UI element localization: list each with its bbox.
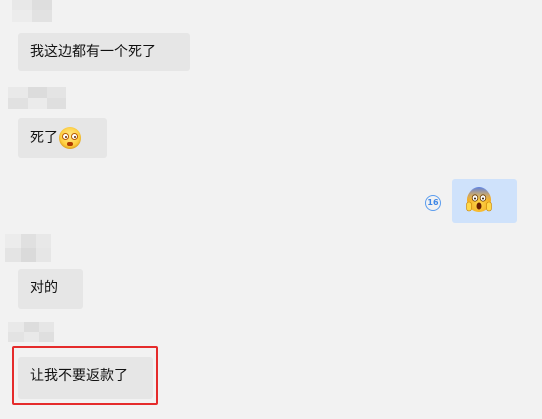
face-screaming-in-fear-emoji-icon bbox=[466, 187, 492, 212]
message-bubble[interactable]: 我这边都有一个死了 bbox=[18, 33, 190, 71]
avatar-mosaic bbox=[12, 0, 52, 22]
read-count-badge[interactable]: 16 bbox=[425, 195, 441, 211]
avatar-mosaic bbox=[5, 234, 51, 262]
message-text: 让我不要返款了 bbox=[30, 368, 128, 384]
dizzy-face-emoji-icon bbox=[59, 127, 81, 149]
message-text: 对的 bbox=[30, 280, 58, 296]
message-bubble[interactable]: 对的 bbox=[18, 269, 83, 309]
avatar-mosaic bbox=[8, 322, 54, 342]
message-bubble[interactable]: 死了 bbox=[18, 118, 107, 158]
message-bubble[interactable]: 让我不要返款了 bbox=[18, 357, 153, 399]
message-text: 我这边都有一个死了 bbox=[30, 44, 156, 60]
chat-message-list: 我这边都有一个死了 死了 16 对的 让我不要返款了 bbox=[0, 0, 542, 419]
avatar-mosaic bbox=[8, 87, 66, 109]
message-text: 死了 bbox=[30, 130, 58, 146]
